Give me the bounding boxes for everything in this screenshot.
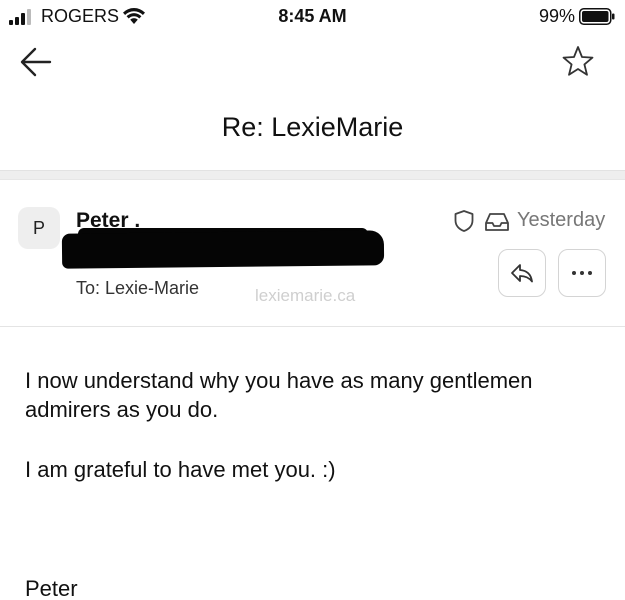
- star-icon: [562, 46, 594, 76]
- more-options-button[interactable]: [558, 249, 606, 297]
- arrow-left-icon: [20, 47, 52, 77]
- back-button[interactable]: [18, 45, 54, 79]
- favorite-star-button[interactable]: [561, 44, 595, 78]
- reply-arrow-icon: [511, 264, 533, 283]
- header-divider: [0, 170, 625, 180]
- status-bar: ROGERS 8:45 AM 99%: [0, 0, 625, 32]
- watermark: lexiemarie.ca: [255, 286, 356, 305]
- email-subject: Re: LexieMarie: [221, 112, 404, 142]
- email-body-paragraph: I now understand why you have as many ge…: [25, 368, 533, 422]
- recipient-line[interactable]: To: Lexie-Marie: [76, 278, 199, 299]
- shield-icon: [454, 210, 474, 232]
- inbox-tray-icon: [485, 213, 509, 231]
- email-body-paragraph: I am grateful to have met you. :): [25, 457, 336, 482]
- battery-percent: 99%: [538, 6, 575, 26]
- email-date: Yesterday: [517, 209, 606, 231]
- battery-icon: [579, 8, 615, 25]
- ellipsis-icon: [572, 271, 592, 275]
- sender-avatar[interactable]: P: [18, 207, 60, 249]
- sender-name[interactable]: Peter .: [76, 209, 140, 233]
- content-divider: [0, 326, 625, 327]
- email-signature: Peter: [25, 576, 78, 600]
- clock: 8:45 AM: [278, 6, 347, 26]
- redaction-mark: [61, 230, 385, 269]
- reply-button[interactable]: [498, 249, 546, 297]
